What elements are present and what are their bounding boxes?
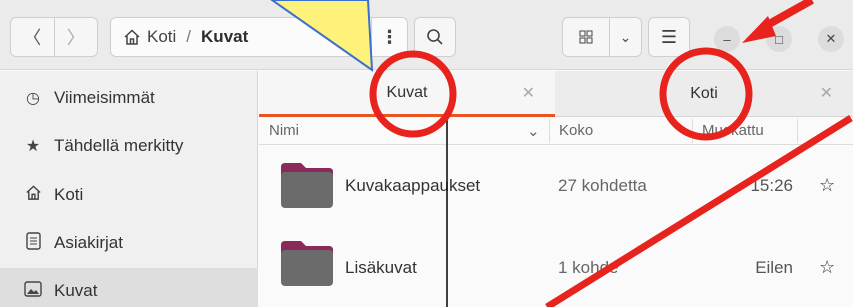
breadcrumb-current[interactable]: Kuvat bbox=[201, 27, 248, 47]
main-menu-button[interactable]: ☰ bbox=[648, 17, 690, 57]
sidebar-item-label: Tähdellä merkitty bbox=[54, 136, 184, 155]
tab-label: Koti bbox=[690, 85, 718, 102]
search-icon bbox=[427, 29, 443, 45]
column-divider bbox=[797, 119, 798, 143]
tab-koti[interactable]: Koti ✕ bbox=[555, 71, 853, 117]
hamburger-icon: ☰ bbox=[660, 26, 678, 47]
sidebar-item-label: Koti bbox=[54, 185, 84, 204]
star-icon[interactable]: ☆ bbox=[819, 257, 835, 278]
tab-bar: Kuvat ✕ Koti ✕ bbox=[259, 71, 853, 117]
forward-button[interactable]: 〉 bbox=[53, 18, 98, 56]
minimize-button[interactable]: – bbox=[714, 26, 740, 52]
tab-label: Kuvat bbox=[386, 83, 428, 101]
column-divider bbox=[549, 119, 550, 143]
grid-view-button[interactable] bbox=[563, 18, 609, 56]
sidebar-item-home[interactable]: Koti bbox=[0, 172, 258, 218]
home-icon bbox=[22, 184, 44, 206]
sidebar-item-recent[interactable]: ◷ Viimeisimmät bbox=[0, 75, 258, 121]
chevron-down-icon: ⌄ bbox=[619, 28, 632, 45]
table-row[interactable]: Kuvakaappaukset 27 kohdetta 15:26 ☆ bbox=[259, 148, 853, 225]
back-button[interactable]: 〈 bbox=[11, 18, 54, 56]
file-size: 27 kohdetta bbox=[558, 176, 647, 195]
more-vertical-icon: ⋮ bbox=[380, 26, 399, 47]
sidebar: ◷ Viimeisimmät ★ Tähdellä merkitty Koti … bbox=[0, 71, 258, 307]
sidebar-item-pictures[interactable]: Kuvat bbox=[0, 268, 258, 307]
star-icon: ★ bbox=[25, 138, 41, 155]
tab-kuvat[interactable]: Kuvat ✕ bbox=[259, 71, 555, 117]
chevron-left-icon: 〈 bbox=[23, 28, 42, 48]
navigation-buttons: 〈 〉 bbox=[10, 17, 98, 57]
view-options-button[interactable]: ⌄ bbox=[609, 18, 641, 56]
maximize-icon: □ bbox=[775, 31, 783, 47]
column-modified[interactable]: Muokattu bbox=[702, 122, 764, 139]
breadcrumb-separator: / bbox=[186, 27, 192, 46]
file-name: Kuvakaappaukset bbox=[345, 176, 481, 195]
clock-icon: ◷ bbox=[26, 90, 40, 107]
image-icon bbox=[22, 280, 44, 302]
close-icon: ✕ bbox=[825, 31, 837, 46]
folder-icon bbox=[281, 241, 333, 286]
sidebar-item-label: Asiakirjat bbox=[54, 233, 123, 252]
location-bar[interactable]: Koti / Kuvat ⋮ bbox=[110, 17, 408, 57]
column-size[interactable]: Koko bbox=[559, 122, 593, 139]
view-toggle: ⌄ bbox=[562, 17, 642, 57]
star-icon[interactable]: ☆ bbox=[819, 175, 835, 196]
close-icon[interactable]: ✕ bbox=[820, 83, 833, 103]
breadcrumb-home[interactable]: Koti bbox=[147, 27, 176, 47]
file-manager-window: 〈 〉 Koti / Kuvat ⋮ ⌄ ☰ – □ ✕ ◷ Viimeisim… bbox=[0, 0, 853, 307]
sidebar-item-label: Viimeisimmät bbox=[54, 88, 155, 107]
maximize-button[interactable]: □ bbox=[766, 26, 792, 52]
table-row[interactable]: Lisäkuvat 1 kohde Eilen ☆ bbox=[259, 228, 853, 305]
folder-icon bbox=[281, 163, 333, 208]
sidebar-item-documents[interactable]: Asiakirjat bbox=[0, 220, 258, 266]
sidebar-item-label: Kuvat bbox=[54, 281, 98, 300]
column-divider bbox=[692, 119, 693, 143]
list-header: Nimi ⌄ Koko Muokattu bbox=[259, 117, 853, 145]
column-name[interactable]: Nimi bbox=[269, 122, 299, 139]
close-button[interactable]: ✕ bbox=[818, 26, 844, 52]
file-modified: Eilen bbox=[755, 258, 793, 277]
file-size: 1 kohde bbox=[558, 258, 619, 277]
sort-chevron-down-icon[interactable]: ⌄ bbox=[527, 122, 540, 140]
chevron-right-icon: 〉 bbox=[66, 28, 85, 48]
document-icon bbox=[22, 231, 44, 255]
sidebar-item-starred[interactable]: ★ Tähdellä merkitty bbox=[0, 123, 258, 169]
home-icon bbox=[124, 29, 140, 45]
file-name: Lisäkuvat bbox=[345, 258, 417, 277]
file-modified: 15:26 bbox=[750, 176, 793, 195]
close-icon[interactable]: ✕ bbox=[522, 83, 535, 103]
grid-icon bbox=[579, 30, 593, 44]
minimize-icon: – bbox=[723, 31, 731, 47]
search-button[interactable] bbox=[414, 17, 456, 57]
header-bar: 〈 〉 Koti / Kuvat ⋮ ⌄ ☰ – □ ✕ bbox=[0, 0, 853, 70]
location-menu-button[interactable]: ⋮ bbox=[371, 18, 407, 56]
